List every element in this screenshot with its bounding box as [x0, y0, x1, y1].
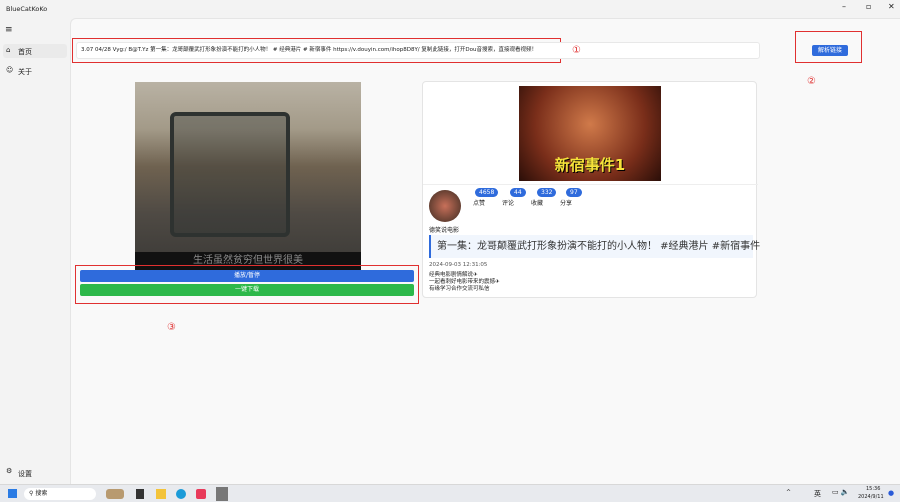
gear-icon: ⚙	[6, 467, 13, 475]
sidebar-item-label: 关于	[18, 68, 32, 76]
notification-bell-icon[interactable]: ●	[888, 489, 894, 497]
marker-1: ①	[572, 45, 581, 56]
taskbar-search[interactable]: ⚲ 搜索	[24, 488, 96, 500]
favorites-count: 332	[537, 188, 557, 197]
avatar	[429, 190, 461, 222]
video-frame-tractor	[170, 112, 290, 237]
likes-count: 4658	[475, 188, 499, 197]
close-button[interactable]: ✕	[888, 2, 895, 11]
author-name: 德笑说电影	[429, 227, 460, 234]
description: 经典电影剧情解说✈ 一起看刺好电影带来的震撼✈ 有缘学习合作交流可私信	[429, 272, 500, 293]
marker-3: ③	[167, 322, 176, 333]
download-button[interactable]: 一键下载	[80, 284, 414, 296]
comments-count: 44	[510, 188, 526, 197]
taskbar: ⚲ 搜索 ^ 英 ▭ 🔈 15:36 2024/9/11 ●	[0, 484, 900, 502]
minimize-button[interactable]: –	[842, 2, 846, 11]
publish-date: 2024-09-03 12:31:05	[429, 262, 488, 268]
clock-date[interactable]: 2024/9/11	[858, 494, 884, 500]
play-pause-button[interactable]: 播放/暂停	[80, 270, 414, 282]
widget-icon[interactable]	[106, 489, 124, 499]
menu-icon[interactable]: ≡	[5, 25, 13, 35]
network-volume-icon[interactable]: ▭ 🔈	[832, 488, 850, 496]
stats-row: 4658 点赞 44 评论 332 收藏 97 分享	[473, 188, 603, 208]
likes-label: 点赞	[473, 200, 486, 207]
comments-label: 评论	[502, 200, 515, 207]
clock-time[interactable]: 15:36	[866, 486, 880, 492]
restore-button[interactable]: ▫	[866, 2, 871, 11]
cover-thumbnail: 新宿事件1	[519, 86, 661, 181]
app-icon[interactable]	[196, 489, 206, 499]
settings-button[interactable]: ⚙ 设置	[3, 466, 67, 480]
home-icon: ⌂	[6, 46, 11, 54]
desc-line: 有缘学习合作交流可私信	[429, 286, 490, 292]
shares-label: 分享	[560, 200, 573, 207]
favorites-label: 收藏	[531, 200, 544, 207]
sidebar-item-about[interactable]: ☺ 关于	[3, 64, 67, 78]
windows-start-icon[interactable]	[8, 489, 17, 498]
video-title: 第一集：龙哥颠覆武打形象扮演不能打的小人物！ #经典港片 #新宿事件	[429, 235, 760, 258]
title-bar: BlueCatKoKo – ▫ ✕	[0, 0, 900, 18]
sidebar-item-home[interactable]: ⌂ 首页	[3, 44, 67, 58]
app-icon[interactable]	[136, 489, 144, 499]
bluecat-app-icon[interactable]	[216, 487, 228, 501]
folder-icon[interactable]	[156, 489, 166, 499]
video-info-card: 新宿事件1 德笑说电影 4658 点赞 44 评论 332 收藏 97 分享 第…	[422, 81, 760, 298]
edge-icon[interactable]	[176, 489, 186, 499]
url-input[interactable]: 3.07 04/28 Vyg:/ B@T.Yz 第一集：龙哥颠覆武打形象扮演不能…	[76, 42, 760, 59]
thumbnail-text: 新宿事件1	[554, 156, 626, 174]
tray-chevron-icon[interactable]: ^	[786, 489, 791, 496]
video-player[interactable]: 生活虽然贫穷但世界很美	[135, 82, 361, 270]
ime-indicator[interactable]: 英	[814, 489, 821, 499]
parse-link-button[interactable]: 解析链接	[812, 45, 848, 56]
marker-2: ②	[807, 76, 816, 87]
person-icon: ☺	[6, 66, 14, 74]
desc-line: 经典电影剧情解说✈	[429, 272, 478, 278]
shares-count: 97	[566, 188, 582, 197]
app-title: BlueCatKoKo	[6, 5, 48, 13]
divider	[423, 184, 758, 185]
sidebar-item-label: 首页	[18, 48, 32, 56]
desc-line: 一起看刺好电影带来的震撼✈	[429, 279, 500, 285]
search-label: 搜索	[35, 490, 48, 497]
settings-label: 设置	[18, 470, 32, 478]
